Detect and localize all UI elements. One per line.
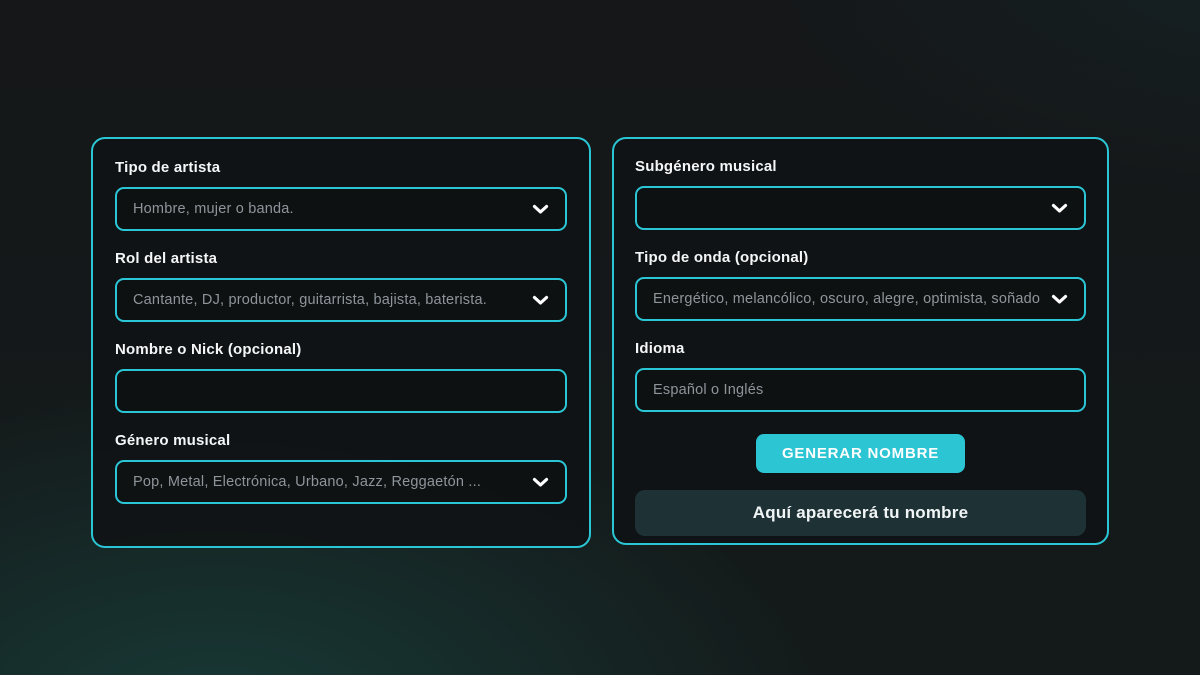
- artist-role-select[interactable]: Cantante, DJ, productor, guitarrista, ba…: [115, 278, 567, 322]
- chevron-down-icon: [532, 295, 549, 306]
- generate-name-button[interactable]: GENERAR NOMBRE: [756, 434, 965, 473]
- vibe-field: Tipo de onda (opcional) Energético, mela…: [635, 249, 1086, 321]
- music-genre-field: Género musical Pop, Metal, Electrónica, …: [115, 432, 567, 504]
- music-subgenre-label: Subgénero musical: [635, 158, 1086, 176]
- language-label: Idioma: [635, 340, 1086, 358]
- chevron-down-icon: [532, 477, 549, 488]
- generate-button-row: GENERAR NOMBRE: [635, 434, 1086, 473]
- artist-nick-field: Nombre o Nick (opcional): [115, 341, 567, 413]
- vibe-placeholder: Energético, melancólico, oscuro, alegre,…: [653, 291, 1041, 307]
- language-input[interactable]: [635, 368, 1086, 412]
- chevron-down-icon: [1051, 203, 1068, 214]
- chevron-down-icon: [1051, 294, 1068, 305]
- artist-type-label: Tipo de artista: [115, 159, 567, 177]
- artist-type-select[interactable]: Hombre, mujer o banda.: [115, 187, 567, 231]
- generated-name-result: Aquí aparecerá tu nombre: [635, 490, 1086, 536]
- music-genre-select[interactable]: Pop, Metal, Electrónica, Urbano, Jazz, R…: [115, 460, 567, 504]
- artist-nick-input[interactable]: [115, 369, 567, 413]
- music-genre-label: Género musical: [115, 432, 567, 450]
- music-subgenre-select[interactable]: [635, 186, 1086, 230]
- artist-type-field: Tipo de artista Hombre, mujer o banda.: [115, 159, 567, 231]
- artist-role-label: Rol del artista: [115, 250, 567, 268]
- chevron-down-icon: [532, 204, 549, 215]
- artist-type-placeholder: Hombre, mujer o banda.: [133, 201, 294, 217]
- artist-role-placeholder: Cantante, DJ, productor, guitarrista, ba…: [133, 292, 487, 308]
- artist-details-panel: Tipo de artista Hombre, mujer o banda. R…: [91, 137, 591, 548]
- music-genre-placeholder: Pop, Metal, Electrónica, Urbano, Jazz, R…: [133, 474, 481, 490]
- generator-output-panel: Subgénero musical Tipo de onda (opcional…: [612, 137, 1109, 545]
- artist-nick-label: Nombre o Nick (opcional): [115, 341, 567, 359]
- music-subgenre-field: Subgénero musical: [635, 158, 1086, 230]
- generator-form: Tipo de artista Hombre, mujer o banda. R…: [0, 0, 1200, 548]
- vibe-select[interactable]: Energético, melancólico, oscuro, alegre,…: [635, 277, 1086, 321]
- language-field: Idioma: [635, 340, 1086, 412]
- artist-role-field: Rol del artista Cantante, DJ, productor,…: [115, 250, 567, 322]
- vibe-label: Tipo de onda (opcional): [635, 249, 1086, 267]
